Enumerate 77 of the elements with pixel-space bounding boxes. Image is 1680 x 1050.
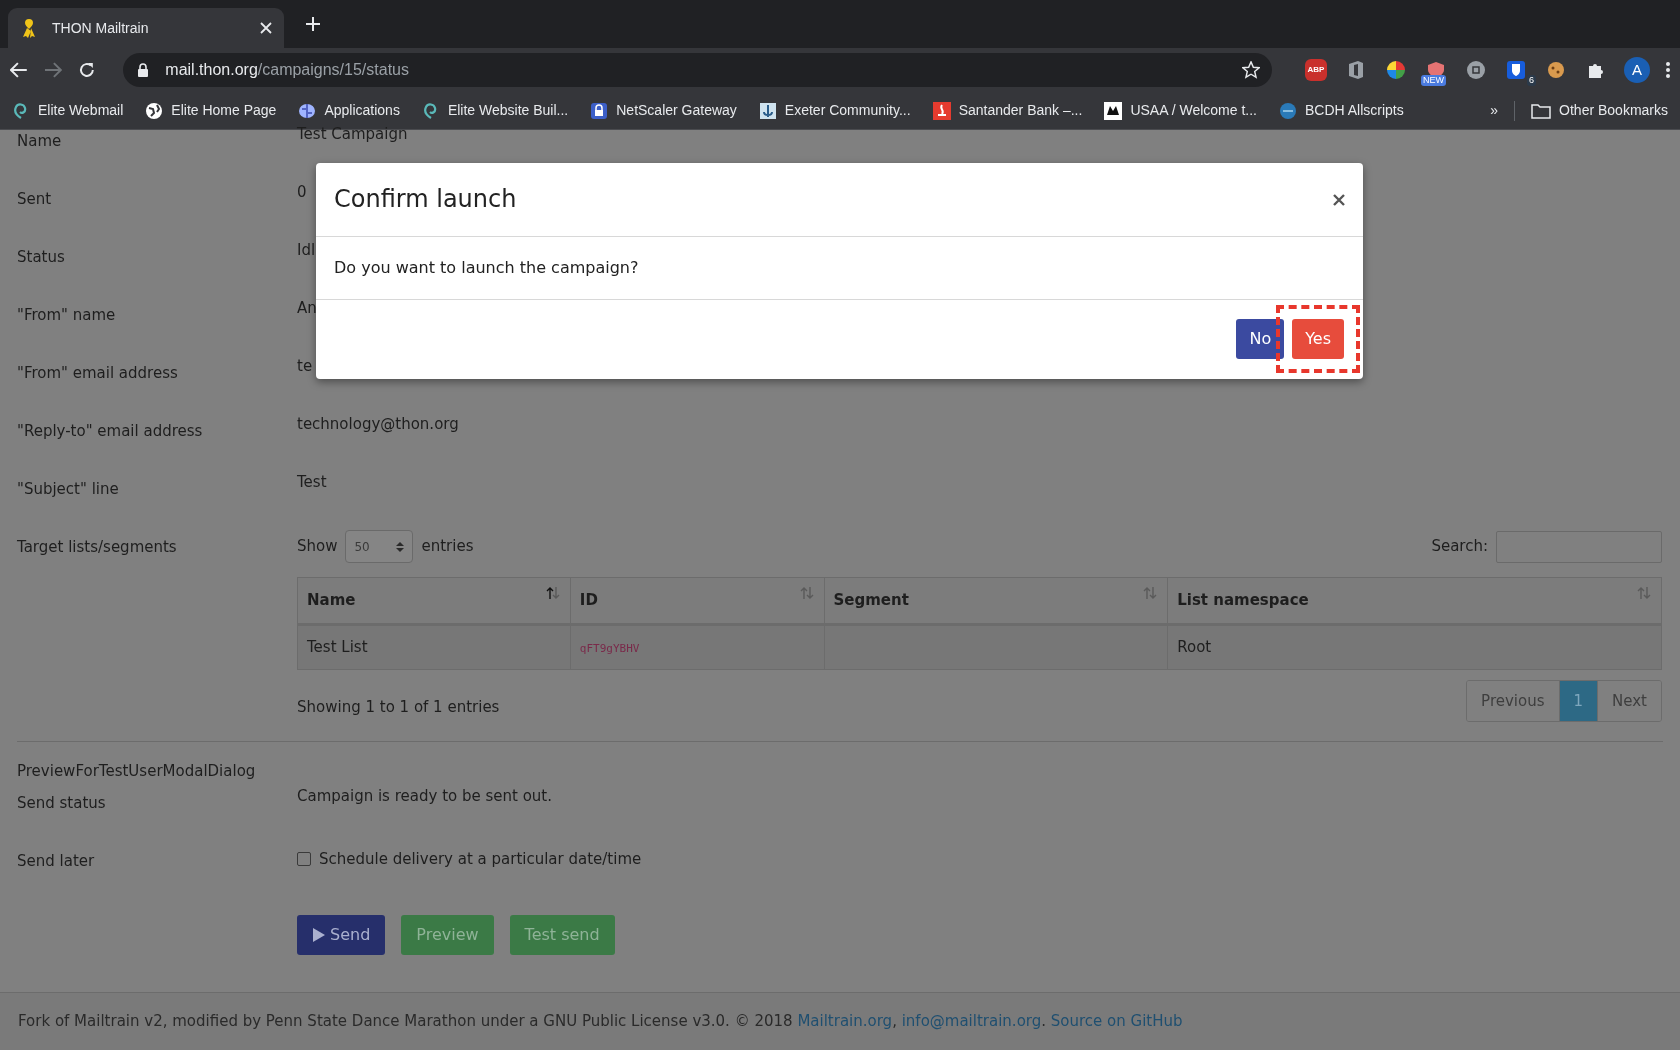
back-icon[interactable] xyxy=(10,62,28,78)
bookmark-link[interactable]: Elite Home Page xyxy=(171,100,277,121)
field-value: Test xyxy=(297,472,327,493)
field-label: Send later xyxy=(17,850,96,872)
footer-text: Fork of Mailtrain v2, modified by Penn State Dance Marathon under a GNU Public License v3.0. © 2018 Mailtrain.org, info@mailtrain.org. Source on GitHub xyxy=(18,1011,1183,1033)
table-cell: qFT9gYBHV xyxy=(579,642,640,656)
entries-label: entries xyxy=(421,536,474,558)
lock-icon xyxy=(137,63,150,77)
shield-icon[interactable] xyxy=(1506,60,1526,80)
column-header[interactable]: ID xyxy=(570,577,824,625)
modal-title: Confirm launch xyxy=(334,185,517,214)
field-label: "From" email address xyxy=(17,363,179,384)
bookmark-link[interactable]: Elite Website Buil... xyxy=(447,100,569,121)
modal-button[interactable]: No xyxy=(1236,319,1285,359)
bookmark-link[interactable]: NetScaler Gateway xyxy=(616,100,737,121)
cookie-icon[interactable] xyxy=(1546,60,1566,80)
field-label: Name xyxy=(17,131,63,152)
table-cell: Root xyxy=(1177,638,1212,657)
table-info: Showing 1 to 1 of 1 entries xyxy=(297,696,500,718)
folder-icon xyxy=(1531,102,1552,119)
show-label: Show xyxy=(297,536,338,558)
field-label: "Subject" line xyxy=(17,479,120,500)
bookmark-link[interactable]: Exeter Community... xyxy=(784,100,911,121)
field-value: An xyxy=(297,298,317,319)
bookmark-link[interactable]: Santander Bank –... xyxy=(958,100,1083,121)
reload-icon[interactable] xyxy=(77,61,96,79)
browser-tab[interactable]: THON Mailtrain xyxy=(8,8,284,48)
bookmarks-overflow[interactable]: » xyxy=(1490,100,1499,121)
field-value: Idl xyxy=(297,240,316,261)
table-cell: Test List xyxy=(307,638,368,657)
circle-logo-icon xyxy=(1278,101,1297,120)
profile-avatar[interactable]: A xyxy=(1624,57,1650,83)
url-text: mail.thon.org/campaigns/15/status xyxy=(165,60,410,80)
star-icon[interactable] xyxy=(1242,61,1260,79)
color-wheel-icon[interactable] xyxy=(1386,60,1406,80)
bookmark-link[interactable]: Applications xyxy=(324,100,400,121)
menu-icon[interactable] xyxy=(1666,62,1670,78)
field-label: PreviewForTestUserModalDialog xyxy=(17,762,256,780)
page-size-select[interactable]: 50 xyxy=(345,530,414,563)
field-value: Campaign is ready to be sent out. xyxy=(297,785,552,807)
bookmark-link[interactable]: Other Bookmarks xyxy=(1559,100,1668,121)
field-value: technology@thon.org xyxy=(297,414,459,435)
bookmark-link[interactable]: Elite Webmail xyxy=(38,100,124,121)
office-icon[interactable] xyxy=(1347,60,1365,80)
updown-arrows-icon xyxy=(396,540,405,553)
column-header[interactable]: List namespace xyxy=(1167,577,1662,625)
modal-message: Do you want to launch the campaign? xyxy=(334,257,639,279)
column-header[interactable]: Name xyxy=(297,577,571,625)
new-tab-icon[interactable] xyxy=(305,16,321,32)
field-label: "From" name xyxy=(17,305,117,326)
play-icon xyxy=(312,926,326,943)
forward-icon[interactable] xyxy=(43,62,62,78)
ribbon-icon xyxy=(22,18,36,38)
field-value: te xyxy=(297,356,313,377)
field-value: 0 xyxy=(297,182,307,203)
adblock-button[interactable]: ABP xyxy=(1305,59,1327,81)
badge: NEW xyxy=(1421,75,1446,86)
checkbox[interactable] xyxy=(297,851,311,866)
anchor-icon xyxy=(758,101,777,120)
action-button[interactable]: Send xyxy=(297,914,386,955)
column-header[interactable]: Segment xyxy=(824,577,1168,625)
field-value: Test Campaign xyxy=(297,124,408,145)
field-label: "Reply-to" email address xyxy=(17,421,204,442)
field-label: Send status xyxy=(17,792,107,814)
search-label: Search: xyxy=(1431,536,1488,558)
globe-icon xyxy=(145,101,164,120)
badge: 6 xyxy=(1527,75,1536,86)
bookmark-link[interactable]: USAA / Welcome t... xyxy=(1130,100,1257,121)
field-label: Sent xyxy=(17,189,53,210)
close-icon[interactable] xyxy=(260,22,272,34)
field-label: Target lists/segments xyxy=(17,538,177,556)
address-bar[interactable]: mail.thon.org/campaigns/15/status xyxy=(123,53,1272,87)
bookmark-link[interactable]: BCDH Allscripts xyxy=(1304,100,1404,121)
modal-button[interactable]: Yes xyxy=(1292,319,1344,359)
field-label: Status xyxy=(17,247,66,268)
checkbox-label: Schedule delivery at a particular date/time xyxy=(319,848,642,870)
lock-icon xyxy=(590,101,609,120)
